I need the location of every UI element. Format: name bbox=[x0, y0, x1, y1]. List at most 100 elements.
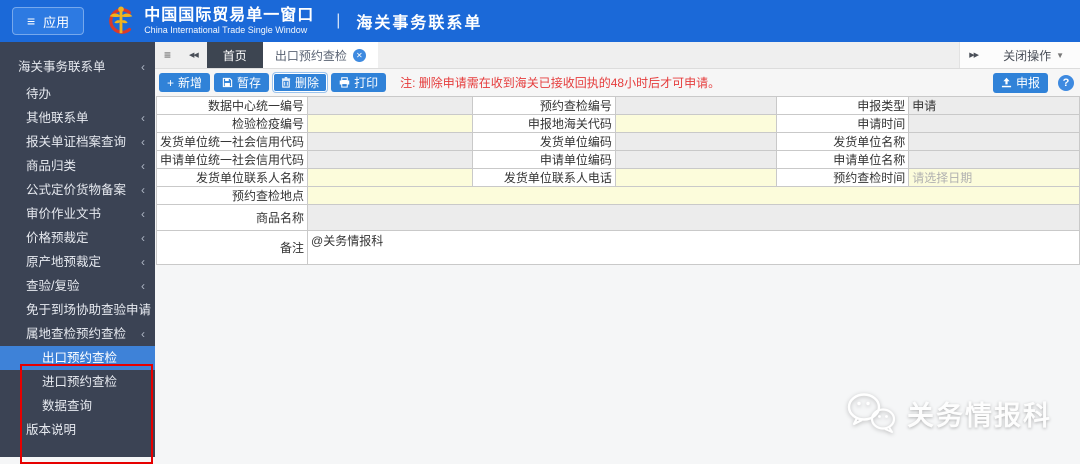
tab-label: 首页 bbox=[222, 48, 247, 63]
field-label-goods-name: 商品名称 bbox=[155, 204, 309, 231]
sidebar-item-todo[interactable]: 待办 bbox=[0, 82, 155, 106]
field-label-applicant-name: 申请单位名称 bbox=[776, 150, 910, 169]
table-row: 发货单位统一社会信用代码 发货单位编码 发货单位名称 bbox=[155, 132, 1080, 151]
scroll-tabs-left-icon[interactable]: ◀◀ bbox=[180, 42, 207, 68]
chevron-left-icon: ‹ bbox=[141, 327, 145, 341]
brand: 中国国际贸易单一窗口 China International Trade Sin… bbox=[106, 4, 314, 38]
new-button[interactable]: + 新增 bbox=[159, 73, 211, 92]
tab-bar: ≡ ◀◀ 首页 出口预约查检 ✕ ▶▶ 关闭操作 ▼ bbox=[155, 42, 1080, 69]
sidebar-item-exemption-onsite-assist[interactable]: 免于到场协助查验申请 ‹ bbox=[0, 298, 155, 322]
sidebar-item-local-inspection-appointment[interactable]: 属地查检预约查检 ‹ bbox=[0, 322, 155, 346]
sidebar-item-label: 审价作业文书 bbox=[26, 207, 102, 221]
field-label-consignor-name: 发货单位名称 bbox=[776, 132, 910, 151]
tabbar-right-section: ▶▶ 关闭操作 ▼ bbox=[959, 42, 1080, 68]
sidebar-item-label: 出口预约查检 bbox=[42, 351, 118, 365]
field-input-declare-type: 申请 bbox=[908, 96, 1080, 115]
field-label-appointment-number: 预约查检编号 bbox=[471, 96, 616, 115]
field-input-data-center-number bbox=[307, 96, 473, 115]
field-label-applicant-uscc: 申请单位统一社会信用代码 bbox=[155, 150, 309, 169]
field-input-appointment-time-datepicker[interactable]: 请选择日期 bbox=[908, 168, 1080, 187]
hamburger-icon: ≡ bbox=[27, 13, 36, 29]
watermark: 关务情报科 bbox=[845, 391, 1052, 435]
chevron-left-icon: ‹ bbox=[141, 303, 145, 317]
floppy-save-icon bbox=[222, 77, 233, 88]
sidebar-item-label: 查验/复验 bbox=[26, 279, 80, 293]
tab-home[interactable]: 首页 bbox=[206, 42, 263, 68]
close-tab-icon[interactable]: ✕ bbox=[352, 48, 366, 62]
sidebar-item-version-notes[interactable]: 版本说明 bbox=[0, 418, 155, 442]
sidebar-item-label: 其他联系单 bbox=[26, 111, 89, 125]
table-row: 备注 @关务情报科 bbox=[155, 230, 1080, 265]
field-label-consignor-contact-name: 发货单位联系人名称 bbox=[155, 168, 309, 187]
sidebar-item-price-review-documents[interactable]: 审价作业文书 ‹ bbox=[0, 202, 155, 226]
chevron-left-icon: ‹ bbox=[141, 60, 145, 74]
sidebar-item-export-appointment-inspection[interactable]: 出口预约查检 bbox=[0, 346, 155, 370]
brand-title: 中国国际贸易单一窗口 bbox=[144, 6, 315, 24]
field-label-consignor-uscc: 发货单位统一社会信用代码 bbox=[155, 132, 309, 151]
chevron-left-icon: ‹ bbox=[141, 231, 145, 245]
sidebar-item-origin-pre-ruling[interactable]: 原产地预裁定 ‹ bbox=[0, 250, 155, 274]
help-icon[interactable]: ? bbox=[1058, 74, 1074, 91]
sidebar-item-label: 属地查检预约查检 bbox=[26, 327, 127, 341]
apps-menu-button[interactable]: ≡ 应用 bbox=[12, 7, 85, 35]
tab-list-menu-icon[interactable]: ≡ bbox=[155, 42, 180, 68]
sidebar-item-label: 价格预裁定 bbox=[26, 231, 89, 245]
field-input-ciq-number[interactable] bbox=[307, 114, 473, 133]
upload-icon bbox=[1001, 77, 1012, 88]
sidebar-item-label: 商品归类 bbox=[26, 159, 77, 173]
table-row: 发货单位联系人名称 发货单位联系人电话 预约查检时间 请选择日期 bbox=[155, 168, 1080, 187]
save-draft-button[interactable]: 暂存 bbox=[214, 73, 270, 92]
field-input-consignor-contact-phone[interactable] bbox=[614, 168, 778, 187]
sidebar-item-label: 原产地预裁定 bbox=[26, 255, 102, 269]
wechat-logo-icon bbox=[847, 393, 896, 433]
appointment-form-table: 数据中心统一编号 预约查检编号 申报类型 申请 检验检疫编号 申报地海关代码 申… bbox=[155, 96, 1080, 265]
save-draft-label: 暂存 bbox=[237, 76, 262, 90]
sidebar-item-data-query[interactable]: 数据查询 bbox=[0, 394, 155, 418]
sidebar-item-label: 进口预约查检 bbox=[42, 375, 118, 389]
field-input-customs-district-code[interactable] bbox=[614, 114, 778, 133]
close-operations-dropdown[interactable]: 关闭操作 ▼ bbox=[987, 47, 1080, 64]
sidebar-item-price-pre-ruling[interactable]: 价格预裁定 ‹ bbox=[0, 226, 155, 250]
declare-button[interactable]: 申报 bbox=[992, 72, 1048, 93]
field-label-data-center-number: 数据中心统一编号 bbox=[155, 96, 309, 115]
chevron-left-icon: ‹ bbox=[141, 279, 145, 293]
close-operations-label: 关闭操作 bbox=[1003, 48, 1052, 63]
sidebar-item-label: 报关单证档案查询 bbox=[26, 135, 127, 149]
sidebar-item-formula-pricing-filing[interactable]: 公式定价货物备案 ‹ bbox=[0, 178, 155, 202]
chevron-left-icon: ‹ bbox=[141, 255, 145, 269]
field-label-apply-time: 申请时间 bbox=[776, 114, 910, 133]
chevron-left-icon: ‹ bbox=[141, 159, 145, 173]
field-label-consignor-contact-phone: 发货单位联系人电话 bbox=[471, 168, 616, 187]
field-input-applicant-code bbox=[614, 150, 778, 169]
print-button-label: 打印 bbox=[354, 76, 379, 90]
sidebar-item-declaration-archive-query[interactable]: 报关单证档案查询 ‹ bbox=[0, 130, 155, 154]
print-button[interactable]: 打印 bbox=[331, 73, 387, 92]
delete-button-label: 删除 bbox=[295, 76, 320, 90]
tabbar-spacer bbox=[378, 42, 959, 68]
plus-icon: + bbox=[167, 75, 175, 90]
header-divider: | bbox=[336, 12, 341, 29]
field-input-appointment-number bbox=[614, 96, 778, 115]
sidebar-item-inspection-reinspection[interactable]: 查验/复验 ‹ bbox=[0, 274, 155, 298]
field-input-remarks[interactable]: @关务情报科 bbox=[307, 230, 1080, 265]
field-input-applicant-uscc bbox=[307, 150, 473, 169]
field-label-ciq-number: 检验检疫编号 bbox=[155, 114, 309, 133]
tab-export-appointment-inspection[interactable]: 出口预约查检 ✕ bbox=[262, 42, 378, 68]
sidebar-item-import-appointment-inspection[interactable]: 进口预约查检 bbox=[0, 370, 155, 394]
sidebar-item-other-contact-sheets[interactable]: 其他联系单 ‹ bbox=[0, 106, 155, 130]
table-row: 申请单位统一社会信用代码 申请单位编码 申请单位名称 bbox=[155, 150, 1080, 169]
field-label-remarks: 备注 bbox=[155, 230, 309, 265]
field-label-appointment-place: 预约查检地点 bbox=[155, 186, 309, 205]
sidebar-item-label: 数据查询 bbox=[42, 399, 93, 413]
scroll-tabs-right-icon[interactable]: ▶▶ bbox=[960, 51, 987, 59]
field-input-appointment-place[interactable] bbox=[307, 186, 1080, 205]
apps-menu-label: 应用 bbox=[43, 14, 70, 30]
chevron-left-icon: ‹ bbox=[141, 183, 145, 197]
sidebar-root-customs-contact-sheet[interactable]: 海关事务联系单 ‹ bbox=[0, 52, 155, 82]
sidebar-item-label: 待办 bbox=[26, 87, 52, 101]
caret-down-icon: ▼ bbox=[1056, 50, 1064, 60]
sidebar-item-commodity-classification[interactable]: 商品归类 ‹ bbox=[0, 154, 155, 178]
field-input-applicant-name bbox=[908, 150, 1080, 169]
delete-button[interactable]: 删除 bbox=[273, 73, 328, 92]
field-input-consignor-contact-name[interactable] bbox=[307, 168, 473, 187]
